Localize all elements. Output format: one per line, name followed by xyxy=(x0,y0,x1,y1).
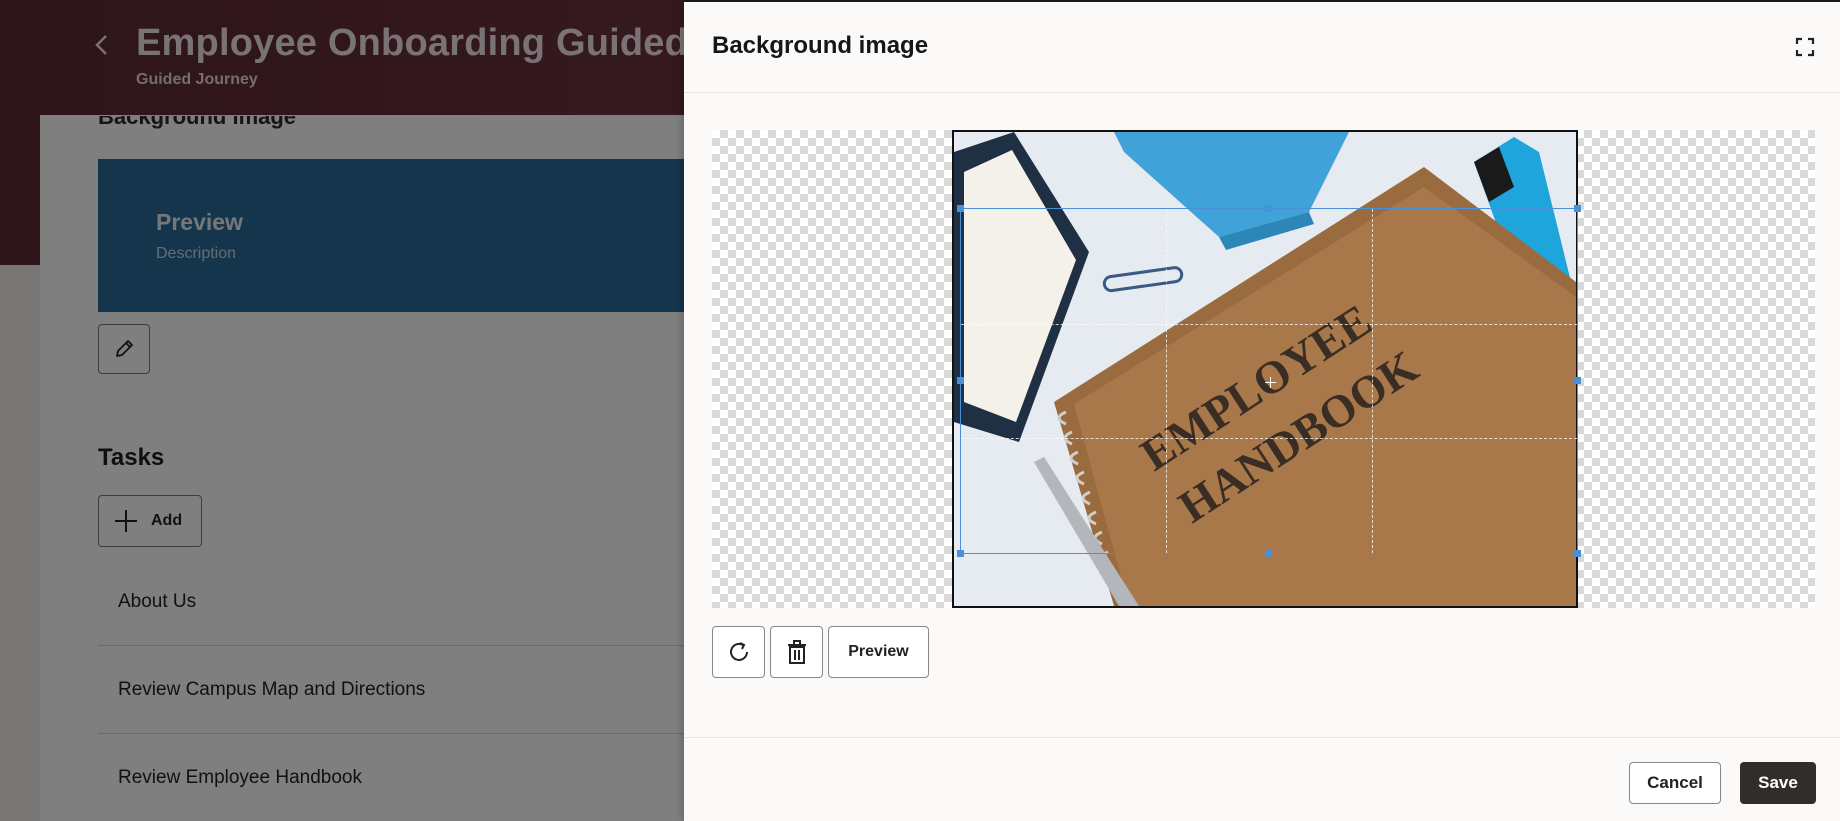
preview-button-label: Preview xyxy=(848,643,909,660)
crop-handle-right[interactable] xyxy=(1574,377,1581,384)
save-button[interactable]: Save xyxy=(1740,762,1816,804)
footer-divider xyxy=(684,737,1840,738)
background-image-drawer: Background image EMPLOYEE HANDBOOK Previ… xyxy=(684,0,1840,821)
preview-button[interactable]: Preview xyxy=(828,626,929,678)
crop-grid-line xyxy=(961,438,1577,440)
rotate-icon xyxy=(729,642,748,661)
crop-grid-line xyxy=(961,323,1577,325)
crop-grid-line xyxy=(1166,209,1168,553)
crop-center-crosshair xyxy=(1265,377,1276,388)
rotate-button[interactable] xyxy=(712,626,765,678)
crop-handle-bottom-left[interactable] xyxy=(957,550,964,557)
crop-handle-top[interactable] xyxy=(1265,205,1272,212)
drawer-title: Background image xyxy=(712,32,929,59)
delete-image-button[interactable] xyxy=(770,626,823,678)
cancel-button[interactable]: Cancel xyxy=(1629,762,1721,804)
crop-handle-bottom[interactable] xyxy=(1265,550,1272,557)
crop-handle-top-left[interactable] xyxy=(957,205,964,212)
fullscreen-icon[interactable] xyxy=(1790,32,1820,62)
image-editor-canvas[interactable]: EMPLOYEE HANDBOOK xyxy=(712,130,1815,608)
crop-selection[interactable] xyxy=(957,205,1581,557)
modal-overlay[interactable] xyxy=(0,0,684,821)
crop-handle-left[interactable] xyxy=(957,377,964,384)
crop-handle-bottom-right[interactable] xyxy=(1574,550,1581,557)
crop-handle-top-right[interactable] xyxy=(1574,205,1581,212)
header-divider xyxy=(684,92,1840,93)
trash-icon xyxy=(787,640,806,664)
crop-grid-line xyxy=(1371,209,1373,553)
